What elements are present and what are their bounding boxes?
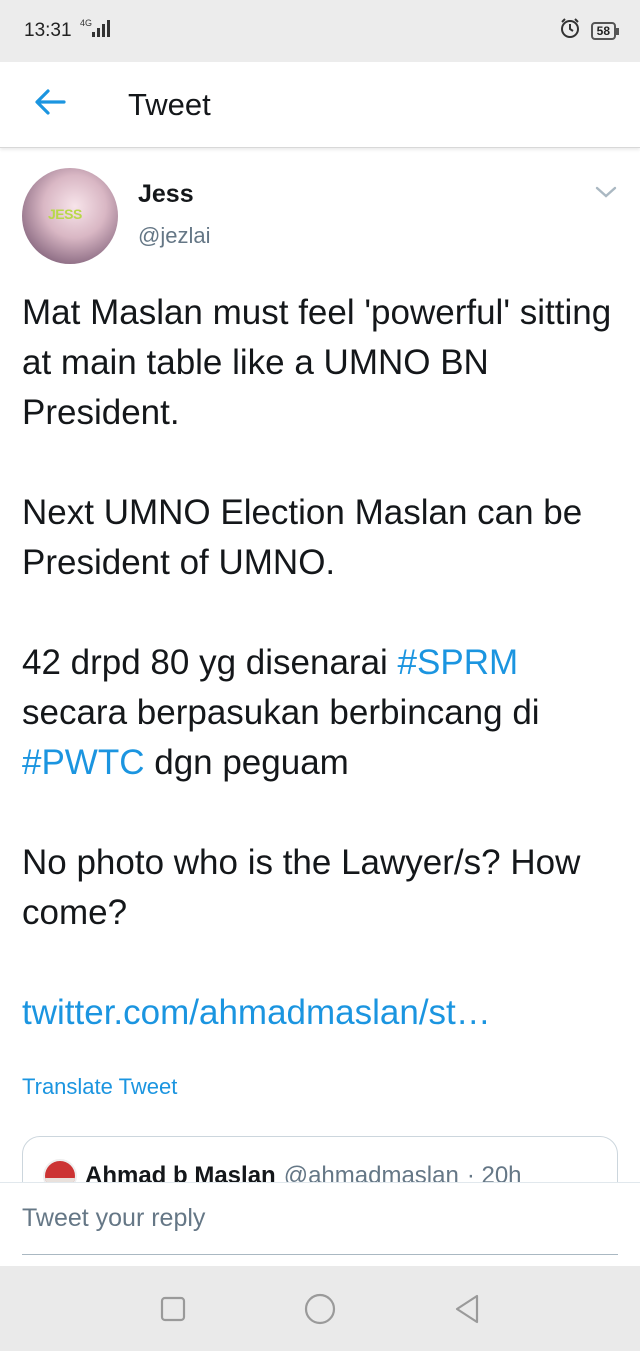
reply-input[interactable]: [22, 1183, 618, 1255]
alarm-icon: [559, 17, 581, 45]
quoted-tweet-time: · 20h: [466, 1162, 522, 1182]
tweet-text-segment: secara berpasukan berbincang di: [22, 693, 540, 732]
tweet-text: Mat Maslan must feel 'powerful' sitting …: [22, 288, 618, 1038]
app-header: Tweet: [0, 62, 640, 148]
back-button[interactable]: [0, 62, 100, 148]
battery-icon: 58: [590, 22, 620, 40]
circle-icon: [304, 1293, 336, 1324]
translate-tweet-link[interactable]: Translate Tweet: [22, 1074, 618, 1100]
tweet-paragraph: Mat Maslan must feel 'powerful' sitting …: [22, 293, 612, 432]
hashtag-sprm-link[interactable]: #SPRM: [398, 643, 519, 682]
network-label: 4G: [80, 18, 92, 28]
avatar-text: JESS: [48, 206, 82, 222]
back-nav-button[interactable]: [437, 1279, 497, 1339]
quoted-author-handle: @ahmadmaslan: [283, 1162, 459, 1182]
author-meta: Jess @jezlai: [138, 168, 210, 268]
triangle-back-icon: [455, 1294, 478, 1323]
tweet-paragraph: Next UMNO Election Maslan can be Preside…: [22, 493, 583, 582]
tweet-detail: JESS Jess @jezlai Mat Maslan must feel '…: [0, 148, 640, 1182]
quoted-author-name: Ahmad b Maslan: [85, 1162, 276, 1182]
status-bar: 13:31 4G 58: [0, 0, 640, 62]
quoted-tweet-card[interactable]: Ahmad b Maslan @ahmadmaslan · 20h: [22, 1136, 618, 1182]
tweet-text-segment: dgn peguam: [144, 743, 349, 782]
author-name[interactable]: Jess: [138, 180, 210, 209]
status-right: 58: [559, 17, 620, 45]
recents-button[interactable]: [143, 1279, 203, 1339]
quoted-avatar: [43, 1159, 77, 1182]
signal-icon: 4G: [80, 17, 114, 45]
tweet-author-row: JESS Jess @jezlai: [22, 148, 618, 268]
status-time: 13:31: [24, 20, 72, 41]
chevron-down-icon[interactable]: [594, 184, 618, 205]
tweet-text-segment: 42 drpd 80 yg disenarai: [22, 643, 398, 682]
hashtag-pwtc-link[interactable]: #PWTC: [22, 743, 145, 782]
home-button[interactable]: [290, 1279, 350, 1339]
status-left: 13:31 4G: [24, 17, 114, 45]
tweet-url-link[interactable]: twitter.com/ahmadmaslan/st…: [22, 988, 618, 1038]
arrow-left-icon: [34, 88, 66, 121]
reply-bar: [0, 1182, 640, 1266]
system-nav-bar: [0, 1266, 640, 1351]
author-handle[interactable]: @jezlai: [138, 223, 210, 249]
tweet-paragraph: No photo who is the Lawyer/s? How come?: [22, 843, 581, 932]
tweet-paragraph: 42 drpd 80 yg disenarai #SPRM secara ber…: [22, 638, 618, 788]
square-icon: [161, 1296, 186, 1321]
avatar[interactable]: JESS: [22, 168, 118, 264]
page-title: Tweet: [128, 86, 211, 122]
